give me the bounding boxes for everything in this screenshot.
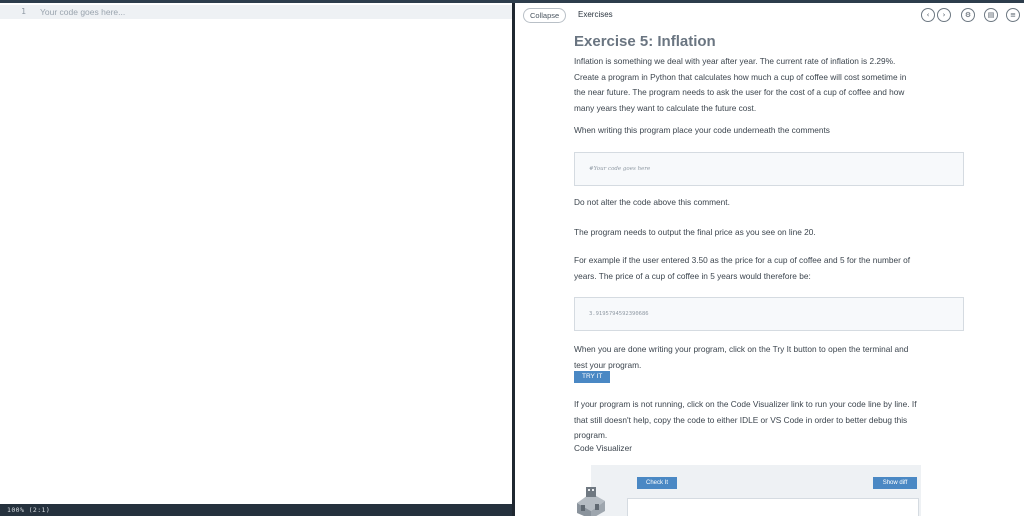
example-output: 3.9195794592390686: [589, 311, 649, 317]
editor-status-bar: 100% (2:1): [0, 504, 512, 516]
menu-icon[interactable]: ≡: [1006, 8, 1020, 22]
editor-active-line[interactable]: 1 Your code goes here...: [0, 5, 512, 19]
show-diff-button[interactable]: Show diff: [873, 477, 917, 489]
example-paragraph: For example if the user entered 3.50 as …: [574, 253, 966, 284]
debug-paragraph: If your program is not running, click on…: [574, 397, 966, 444]
try-it-button[interactable]: TRY IT: [574, 371, 611, 383]
no-alter-text: Do not alter the code above this comment…: [574, 197, 730, 207]
intro-line: Inflation is something we deal with year…: [574, 56, 896, 66]
intro-line: Create a program in Python that calculat…: [574, 71, 907, 82]
debug-line: that still doesn't help, copy the code t…: [574, 414, 908, 425]
code-block-output: 3.9195794592390686: [574, 297, 964, 331]
check-result-box: [627, 498, 919, 516]
code-block-comment: #Your code goes here: [574, 152, 964, 186]
guide-title: Exercises: [578, 10, 613, 19]
check-it-panel: Check It Show diff: [591, 465, 921, 516]
done-line: test your program.: [574, 359, 642, 370]
done-line: When you are done writing your program, …: [574, 344, 909, 354]
line-number: 1: [21, 7, 26, 16]
code-visualizer-link[interactable]: Code Visualizer: [574, 441, 632, 457]
code-editor[interactable]: 1 Your code goes here... 100% (2:1): [0, 3, 512, 516]
exercise-title: Exercise 5: Inflation: [574, 33, 716, 50]
intro-line: the near future. The program needs to as…: [574, 87, 905, 97]
intro-paragraph: Inflation is something we deal with year…: [574, 54, 966, 116]
output-note: The program needs to output the final pr…: [574, 227, 816, 237]
instruction-text: When writing this program place your cod…: [574, 125, 830, 135]
intro-line: many years they want to calculate the fu…: [574, 102, 757, 113]
debug-line: program.: [574, 430, 608, 440]
done-paragraph: When you are done writing your program, …: [574, 342, 966, 373]
book-icon[interactable]: ▤: [984, 8, 998, 22]
guide-pane: Collapse Exercises ‹ › ⚙ ▤ ≡ Exercise 5:…: [515, 3, 1024, 516]
guide-header: Collapse Exercises ‹ › ⚙ ▤ ≡: [515, 3, 1024, 27]
example-line: years. The price of a cup of coffee in 5…: [574, 270, 811, 281]
prev-icon[interactable]: ‹: [921, 8, 935, 22]
cursor-position: 100% (2:1): [7, 506, 51, 514]
next-icon[interactable]: ›: [937, 8, 951, 22]
gear-icon[interactable]: ⚙: [961, 8, 975, 22]
robot-icon: [577, 487, 605, 516]
code-comment: #Your code goes here: [589, 166, 651, 172]
editor-placeholder: Your code goes here...: [40, 7, 126, 17]
debug-line: If your program is not running, click on…: [574, 399, 917, 409]
check-it-button[interactable]: Check It: [637, 477, 677, 489]
example-line: For example if the user entered 3.50 as …: [574, 255, 911, 265]
collapse-button[interactable]: Collapse: [523, 8, 567, 23]
